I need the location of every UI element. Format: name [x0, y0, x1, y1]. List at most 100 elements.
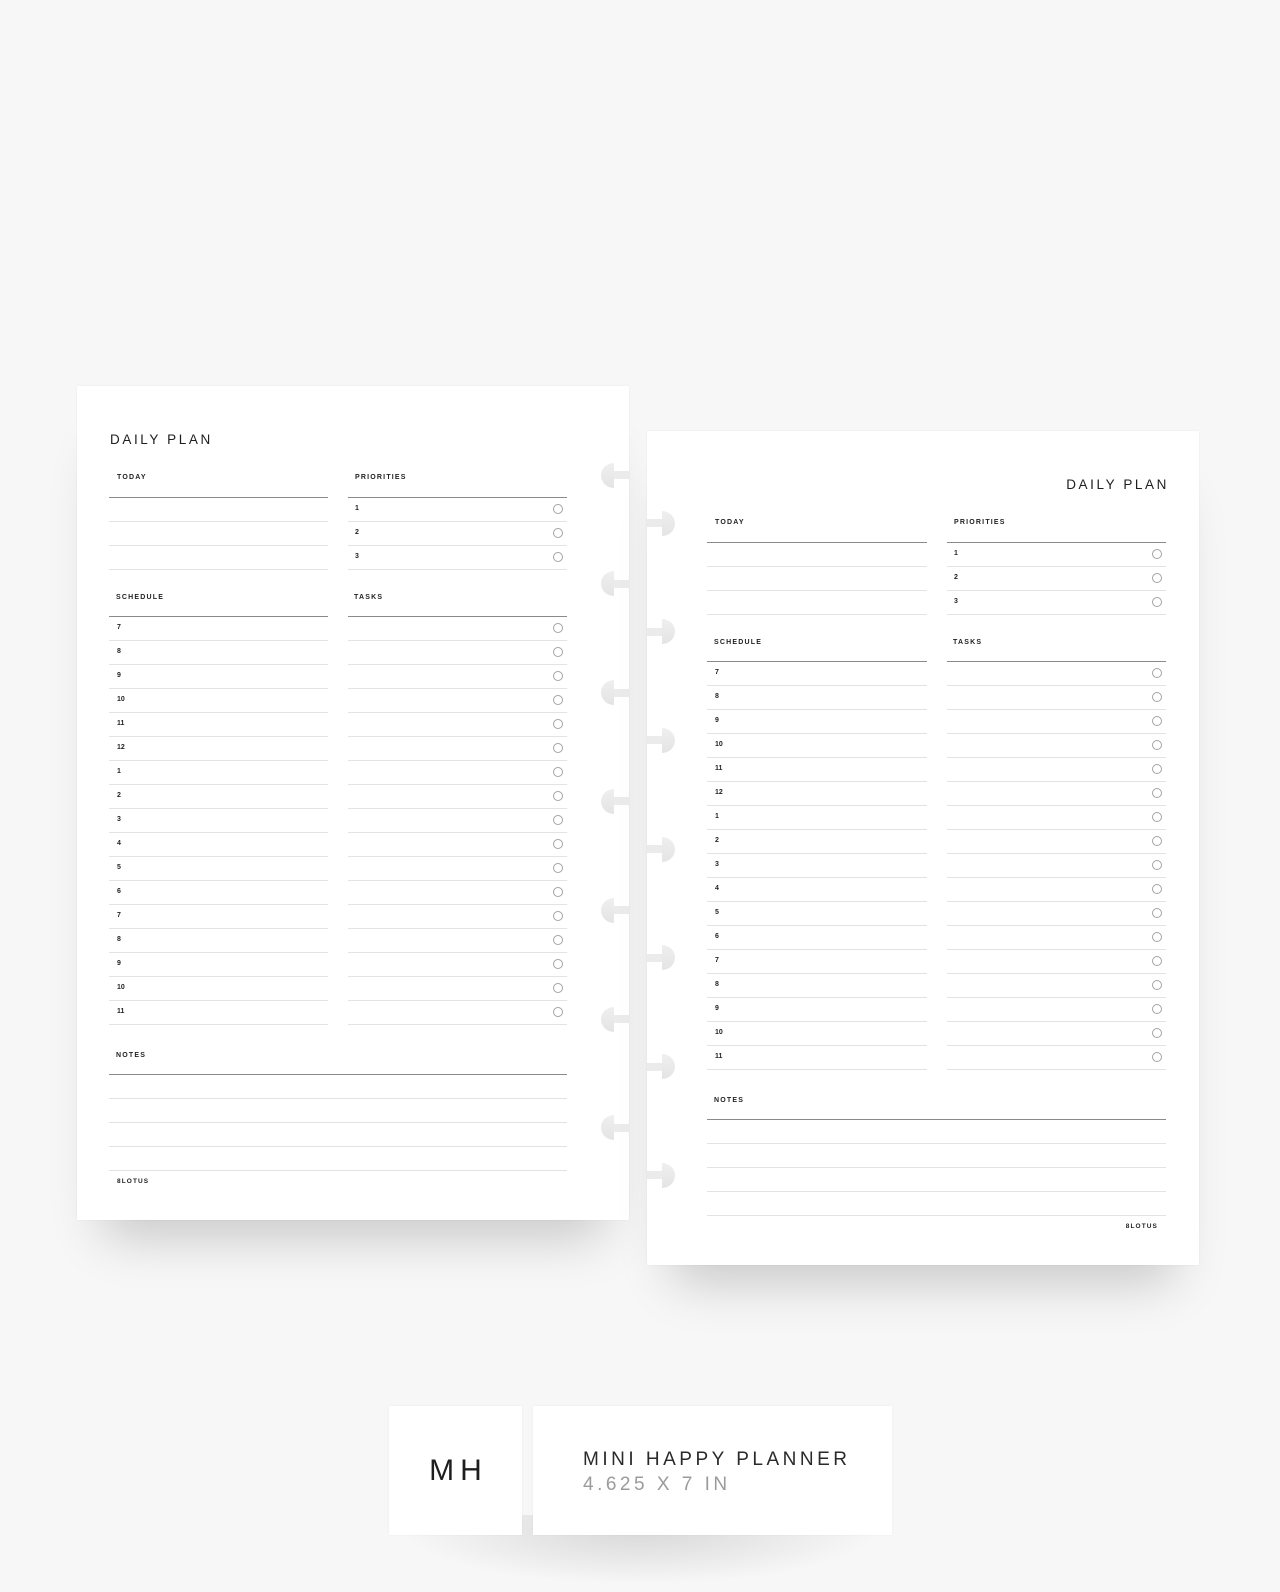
- schedule-line: [707, 973, 927, 974]
- disc-notch-cap: [601, 571, 614, 597]
- schedule-hour: 10: [117, 984, 125, 991]
- task-line: [348, 808, 567, 809]
- schedule-line: [109, 712, 328, 713]
- today-label: TODAY: [117, 474, 147, 481]
- disc-notch-icon: [601, 571, 630, 597]
- task-checkbox-circle-icon: [553, 719, 563, 729]
- disc-notch-icon: [601, 462, 630, 488]
- priorities-label: PRIORITIES: [954, 519, 1006, 526]
- schedule-line: [109, 1024, 328, 1025]
- disc-notch-stem: [647, 627, 663, 636]
- notes-header-rule: [109, 1074, 567, 1075]
- schedule-hour: 7: [117, 912, 121, 919]
- disc-notch-icon: [647, 727, 676, 753]
- notes-label: NOTES: [714, 1097, 745, 1104]
- schedule-line: [109, 808, 328, 809]
- task-line: [947, 733, 1166, 734]
- disc-notch-cap: [601, 680, 614, 706]
- schedule-hour: 6: [117, 888, 121, 895]
- disc-notch-stem: [613, 1123, 630, 1132]
- disc-notch-cap: [601, 462, 614, 488]
- priority-number: 3: [355, 553, 359, 560]
- schedule-hour: 8: [117, 648, 121, 655]
- schedule-hour: 11: [117, 1008, 125, 1015]
- schedule-line: [707, 781, 927, 782]
- priority-number: 3: [954, 598, 958, 605]
- checkbox-circle-icon: [553, 552, 563, 562]
- task-line: [348, 664, 567, 665]
- schedule-line: [707, 757, 927, 758]
- disc-notch-stem: [647, 519, 663, 527]
- disc-notch-icon: [647, 1054, 676, 1079]
- schedule-hour: 10: [715, 741, 723, 748]
- today-header-rule: [707, 542, 927, 543]
- disc-notch-stem: [647, 845, 663, 854]
- schedule-line: [707, 733, 927, 734]
- brand-logo: 8LOTUS: [117, 1178, 150, 1185]
- schedule-line: [707, 997, 927, 998]
- disc-notch-cap: [601, 1006, 614, 1032]
- task-line: [348, 952, 567, 953]
- disc-notch-stem: [647, 953, 663, 962]
- notes-line: [707, 1167, 1166, 1168]
- schedule-hour: 8: [715, 981, 719, 988]
- task-checkbox-circle-icon: [1152, 884, 1162, 894]
- schedule-line: [707, 1045, 927, 1046]
- disc-notch-stem: [613, 906, 630, 915]
- task-line: [348, 712, 567, 713]
- today-line: [707, 590, 927, 591]
- schedule-hour: 3: [715, 861, 719, 868]
- schedule-line: [707, 1069, 927, 1070]
- task-checkbox-circle-icon: [1152, 788, 1162, 798]
- task-checkbox-circle-icon: [1152, 812, 1162, 822]
- disc-notch-cap: [601, 897, 614, 923]
- task-checkbox-circle-icon: [553, 815, 563, 825]
- disc-notch-cap: [662, 727, 675, 753]
- disc-notch-cap: [662, 1054, 675, 1079]
- task-line: [348, 832, 567, 833]
- schedule-hour: 11: [117, 720, 125, 727]
- task-line: [947, 877, 1166, 878]
- schedule-hour: 11: [715, 765, 723, 772]
- schedule-line: [109, 664, 328, 665]
- page-title: DAILY PLAN: [1066, 477, 1169, 492]
- schedule-line: [707, 949, 927, 950]
- disc-notch-icon: [601, 680, 630, 706]
- schedule-line: [707, 829, 927, 830]
- task-checkbox-circle-icon: [1152, 1028, 1162, 1038]
- schedule-line: [707, 1021, 927, 1022]
- task-line: [947, 805, 1166, 806]
- schedule-line: [707, 805, 927, 806]
- disc-notch-stem: [613, 1015, 630, 1023]
- schedule-hour: 9: [117, 960, 121, 967]
- schedule-hour: 6: [715, 933, 719, 940]
- task-checkbox-circle-icon: [553, 935, 563, 945]
- checkbox-circle-icon: [553, 528, 563, 538]
- task-checkbox-circle-icon: [553, 839, 563, 849]
- notes-line: [109, 1098, 567, 1099]
- priority-number: 2: [355, 529, 359, 536]
- schedule-line: [109, 976, 328, 977]
- schedule-hour: 9: [715, 1005, 719, 1012]
- today-line: [109, 569, 328, 570]
- planner-dimensions: 4.625 X 7 IN: [583, 1474, 731, 1495]
- task-line: [348, 760, 567, 761]
- task-line: [947, 685, 1166, 686]
- task-line: [947, 757, 1166, 758]
- disc-notch-icon: [601, 788, 630, 814]
- disc-notch-icon: [647, 945, 676, 971]
- priorities-header-rule: [348, 497, 567, 498]
- disc-notch-stem: [613, 471, 630, 479]
- task-checkbox-circle-icon: [553, 863, 563, 873]
- task-line: [947, 973, 1166, 974]
- disc-notch-stem: [613, 688, 630, 697]
- disc-notch-stem: [613, 797, 630, 806]
- schedule-hour: 1: [117, 768, 121, 775]
- priority-line: [348, 569, 567, 570]
- task-checkbox-circle-icon: [1152, 692, 1162, 702]
- task-line: [947, 709, 1166, 710]
- task-checkbox-circle-icon: [553, 623, 563, 633]
- task-checkbox-circle-icon: [553, 1007, 563, 1017]
- task-checkbox-circle-icon: [1152, 764, 1162, 774]
- schedule-hour: 3: [117, 816, 121, 823]
